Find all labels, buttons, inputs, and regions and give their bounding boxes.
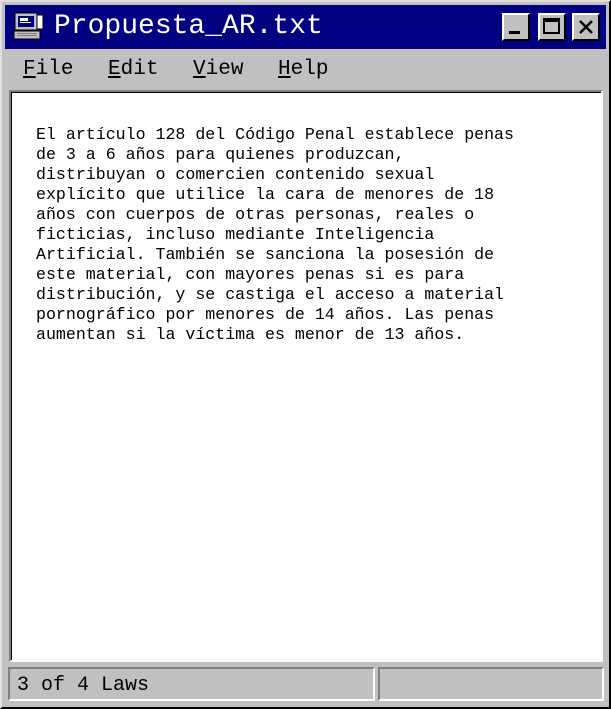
menu-bar: File Edit View Help (5, 52, 606, 86)
maximize-icon (543, 18, 560, 34)
menu-help-label: elp (290, 58, 329, 81)
status-bar: 3 of 4 Laws (5, 665, 606, 705)
menu-view[interactable]: View (193, 58, 243, 82)
status-pane-left: 3 of 4 Laws (8, 667, 375, 701)
document-text[interactable]: El artículo 128 del Código Penal estable… (36, 125, 596, 345)
computer-notepad-icon (13, 12, 45, 42)
menu-view-label: iew (205, 58, 244, 81)
menu-help-accelerator: H (278, 58, 291, 81)
menu-edit-label: dit (120, 58, 159, 81)
menu-edit-accelerator: E (108, 58, 121, 81)
menu-file[interactable]: File (23, 58, 73, 82)
close-icon (579, 20, 593, 34)
status-pane-right (378, 667, 604, 701)
title-bar[interactable]: Propuesta_AR.txt (5, 5, 606, 49)
maximize-button[interactable] (538, 13, 566, 41)
menu-edit[interactable]: Edit (108, 58, 158, 82)
menu-file-accelerator: F (23, 58, 36, 81)
menu-file-label: ile (35, 58, 74, 81)
text-editor-area[interactable]: El artículo 128 del Código Penal estable… (9, 90, 603, 662)
status-text: 3 of 4 Laws (17, 674, 150, 697)
close-button[interactable] (572, 13, 600, 41)
menu-help[interactable]: Help (278, 58, 328, 82)
menu-view-accelerator: V (193, 58, 206, 81)
notepad-window: Propuesta_AR.txt File Edit View Help El … (0, 0, 611, 709)
minimize-button[interactable] (502, 13, 530, 41)
window-title: Propuesta_AR.txt (54, 11, 323, 42)
minimize-icon (509, 31, 520, 34)
